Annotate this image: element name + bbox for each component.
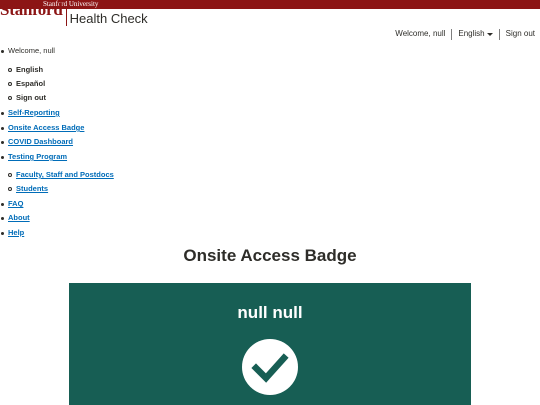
nav-covid-dashboard-link[interactable]: COVID Dashboard (8, 137, 73, 147)
nav-faq-link[interactable]: FAQ (8, 199, 23, 209)
nav-help[interactable]: Help (1, 228, 24, 238)
bullet-icon (8, 82, 12, 86)
bullet-icon (8, 173, 12, 177)
nav-covid-dashboard[interactable]: COVID Dashboard (1, 137, 73, 147)
nav-lang-spanish-label: Español (16, 79, 46, 88)
badge-holder-name: null null (237, 303, 303, 322)
language-dropdown[interactable]: English (458, 28, 493, 40)
nav-faculty-staff-link[interactable]: Faculty, Staff and Postdocs (16, 170, 114, 180)
sign-out-link[interactable]: Sign out (506, 28, 535, 40)
check-circle-icon (242, 339, 298, 395)
nav-faculty-staff[interactable]: Faculty, Staff and Postdocs (8, 170, 114, 180)
nav-onsite-badge[interactable]: Onsite Access Badge (1, 123, 84, 133)
nav-students-link[interactable]: Students (16, 184, 48, 194)
brand-divider (65, 9, 67, 26)
nav-self-reporting-link[interactable]: Self-Reporting (8, 108, 60, 118)
page-title: Onsite Access Badge (183, 246, 357, 265)
bullet-icon (1, 140, 4, 144)
utility-separator (451, 28, 453, 40)
bullet-icon (1, 111, 4, 115)
nav-sign-out-label: Sign out (16, 93, 46, 102)
nav-students[interactable]: Students (8, 184, 48, 194)
app-title: Health Check (69, 11, 148, 26)
nav-lang-english-label: English (16, 65, 44, 74)
caret-down-icon (486, 32, 493, 36)
utility-separator (498, 28, 500, 40)
brand-header[interactable]: Stanford Health Check (0, 0, 148, 27)
nav-help-link[interactable]: Help (8, 228, 24, 238)
language-label: English (458, 29, 485, 38)
bullet-icon (8, 68, 12, 72)
nav-welcome: Welcome, null (1, 46, 55, 56)
bullet-icon (1, 202, 4, 206)
bullet-icon (1, 155, 4, 159)
bullet-icon (8, 96, 12, 100)
nav-lang-spanish[interactable]: Español (8, 79, 45, 89)
nav-self-reporting[interactable]: Self-Reporting (1, 108, 60, 118)
nav-faq[interactable]: FAQ (1, 199, 23, 209)
nav-about-link[interactable]: About (8, 213, 30, 223)
nav-onsite-badge-link[interactable]: Onsite Access Badge (8, 123, 84, 133)
checkmark-icon (251, 353, 289, 383)
nav-about[interactable]: About (1, 213, 30, 223)
bullet-icon (1, 49, 4, 53)
welcome-text: Welcome, null (395, 29, 446, 38)
nav-testing-program[interactable]: Testing Program (1, 152, 67, 162)
bullet-icon (1, 216, 4, 220)
bullet-icon (1, 126, 4, 130)
access-badge-card: null null (69, 283, 471, 405)
nav-lang-english[interactable]: English (8, 65, 43, 75)
bullet-icon (8, 187, 12, 191)
nav-sign-out[interactable]: Sign out (8, 93, 46, 103)
stanford-logo: Stanford (0, 0, 63, 19)
bullet-icon (1, 231, 4, 235)
nav-welcome-label: Welcome, null (8, 46, 55, 55)
utility-nav: Welcome, null English Sign out (395, 28, 535, 40)
nav-testing-program-link[interactable]: Testing Program (8, 152, 67, 162)
